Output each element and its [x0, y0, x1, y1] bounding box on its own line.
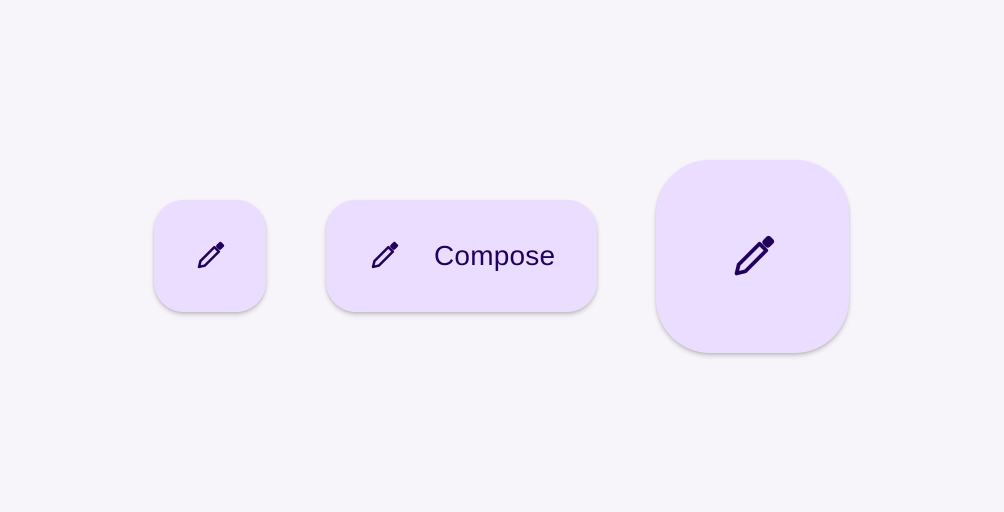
- compose-label: Compose: [434, 240, 556, 271]
- pencil-icon: [734, 235, 774, 275]
- pencil-icon: [371, 241, 399, 269]
- pencil-icon: [197, 241, 225, 269]
- fab-showcase: Compose: [0, 0, 1004, 512]
- compose-extended-fab-button[interactable]: Compose: [326, 200, 597, 312]
- small-fab-button[interactable]: [154, 200, 266, 312]
- large-fab-button[interactable]: [656, 160, 849, 353]
